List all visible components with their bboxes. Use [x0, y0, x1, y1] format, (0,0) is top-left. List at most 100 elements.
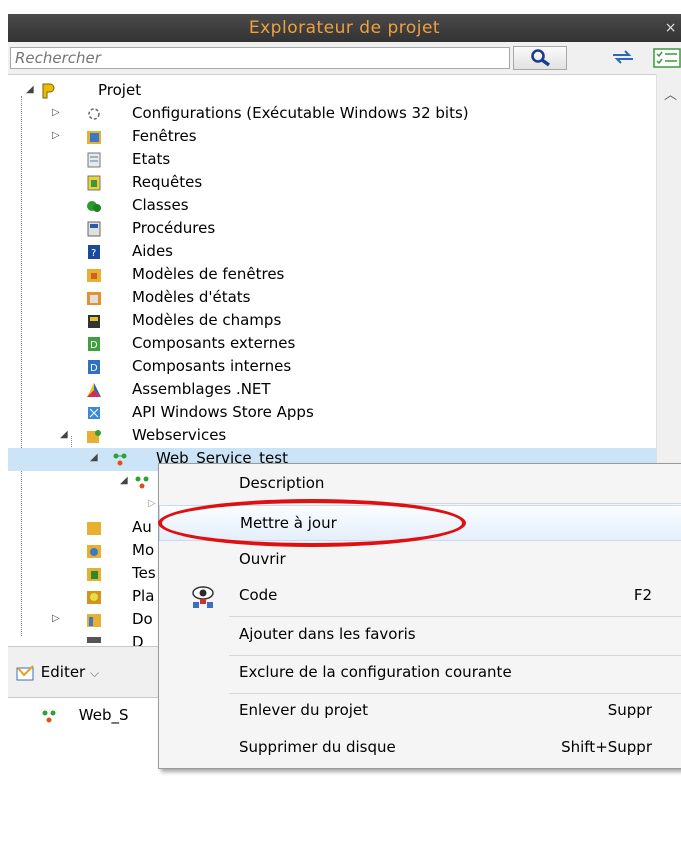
folder-icon	[87, 614, 101, 627]
procedure-icon	[87, 221, 101, 237]
tree-item-window-templates[interactable]: Modèles de fenêtres	[8, 264, 656, 287]
assembly-icon	[87, 383, 101, 397]
context-menu: Description Mettre à jour Ouvrir Code F2…	[158, 463, 681, 769]
folder-icon	[87, 131, 101, 144]
template-icon	[88, 315, 100, 328]
tree-label: Pla	[132, 587, 155, 605]
menu-item-code[interactable]: Code F2	[159, 578, 681, 614]
menu-item-remove-from-project[interactable]: Enlever du projet Suppr	[159, 693, 681, 729]
code-icon	[192, 586, 214, 608]
menu-item-description[interactable]: Description	[159, 466, 681, 502]
menu-item-update[interactable]: Mettre à jour	[159, 505, 681, 541]
tree-label: D	[132, 633, 144, 646]
tree-label: Configurations (Exécutable Windows 32 bi…	[132, 104, 469, 122]
menu-item-add-favorites[interactable]: Ajouter dans les favoris	[159, 617, 681, 653]
search-input[interactable]	[10, 47, 510, 69]
tree-item-webservices[interactable]: ◢ Webservices	[8, 425, 656, 448]
menu-item-shortcut: F2	[633, 586, 652, 604]
tree-label: Do	[132, 610, 153, 628]
tree-item-root[interactable]: ◢ Projet	[8, 80, 656, 103]
tree-item-classes[interactable]: Classes	[8, 195, 656, 218]
project-icon	[42, 83, 55, 99]
expand-icon[interactable]: ▷	[52, 130, 60, 141]
tree-label: Modèles de fenêtres	[132, 265, 285, 283]
tree-label: Modèles de champs	[132, 311, 282, 329]
scroll-up-icon[interactable]: ︿	[664, 84, 677, 103]
test-icon	[87, 568, 101, 581]
sync-icon[interactable]	[611, 50, 635, 64]
component-icon: D	[88, 337, 100, 351]
menu-separator	[229, 503, 681, 504]
folder-icon	[87, 522, 101, 535]
webservice-icon	[113, 453, 127, 466]
tree-item-net-assemblies[interactable]: Assemblages .NET	[8, 379, 656, 402]
tree-item-field-templates[interactable]: Modèles de champs	[8, 310, 656, 333]
collapse-icon[interactable]: ◢	[120, 475, 128, 486]
tree-item-internal-components[interactable]: D Composants internes	[8, 356, 656, 379]
menu-item-exclude-configuration[interactable]: Exclure de la configuration courante	[159, 655, 681, 691]
tree-label: Fenêtres	[132, 127, 197, 145]
tree-label: Procédures	[132, 219, 216, 237]
menu-item-label: Description	[239, 474, 325, 492]
bottom-list-item[interactable]: Web_S	[40, 706, 129, 724]
tree-label: Composants internes	[132, 357, 292, 375]
collapse-icon[interactable]: ◢	[90, 452, 98, 463]
tree-label: Aides	[132, 242, 173, 260]
tree-label: Au	[132, 518, 152, 536]
tree-label: Etats	[132, 150, 171, 168]
search-button[interactable]	[513, 46, 567, 70]
tree-item-windows-store-api[interactable]: API Windows Store Apps	[8, 402, 656, 425]
query-icon	[87, 175, 101, 191]
panel-title-bar: Explorateur de projet ×	[8, 14, 681, 42]
expand-icon[interactable]: ▷	[52, 613, 60, 624]
menu-item-label: Supprimer du disque	[239, 738, 396, 756]
tree-item-procedures[interactable]: Procédures	[8, 218, 656, 241]
bottom-item-label: Web_S	[78, 706, 129, 724]
tree-item-queries[interactable]: Requêtes	[8, 172, 656, 195]
tree-label: Modèles d'états	[132, 288, 251, 306]
tree-label: API Windows Store Apps	[132, 403, 314, 421]
tree-item-windows[interactable]: ▷ Fenêtres	[8, 126, 656, 149]
menu-item-shortcut: Suppr	[607, 701, 652, 719]
tree-item-external-components[interactable]: D Composants externes	[8, 333, 656, 356]
svg-text:?: ?	[91, 248, 96, 259]
document-icon	[87, 637, 101, 643]
plan-icon	[87, 591, 101, 604]
close-icon[interactable]: ×	[665, 14, 677, 42]
search-bar	[8, 42, 681, 75]
expand-icon[interactable]: ▷	[148, 498, 156, 509]
webservices-icon	[87, 430, 101, 443]
edit-button[interactable]: Editer ⌵	[16, 663, 99, 681]
menu-item-label: Ouvrir	[239, 550, 286, 568]
chevron-down-icon[interactable]: ⌵	[90, 666, 99, 680]
search-icon	[531, 49, 551, 67]
tree-label: Webservices	[132, 426, 227, 444]
tree-label: Tes	[132, 564, 156, 582]
menu-item-open[interactable]: Ouvrir	[159, 542, 681, 578]
checklist-icon[interactable]	[653, 48, 681, 68]
tree-item-help[interactable]: ? Aides	[8, 241, 656, 264]
tree-item-report-templates[interactable]: Modèles d'états	[8, 287, 656, 310]
menu-item-delete-from-disk[interactable]: Supprimer du disque Shift+Suppr	[159, 730, 681, 766]
edit-icon	[16, 664, 34, 680]
menu-item-label: Exclure de la configuration courante	[239, 663, 512, 681]
collapse-icon[interactable]: ◢	[26, 84, 34, 95]
tree-label: Assemblages .NET	[132, 380, 271, 398]
template-icon	[87, 292, 101, 305]
configuration-icon	[88, 108, 100, 120]
help-icon: ?	[88, 245, 100, 259]
report-icon	[87, 152, 101, 168]
tree-item-reports[interactable]: Etats	[8, 149, 656, 172]
menu-item-label: Ajouter dans les favoris	[239, 625, 416, 643]
component-icon: D	[88, 360, 100, 374]
webservice-icon	[42, 710, 56, 722]
template-icon	[87, 269, 101, 282]
tree-item-configurations[interactable]: ▷ Configurations (Exécutable Windows 32 …	[8, 103, 656, 126]
tree-label: Projet	[98, 81, 142, 99]
collapse-icon[interactable]: ◢	[60, 429, 68, 440]
menu-item-shortcut: Shift+Suppr	[561, 738, 652, 756]
menu-item-label: Code	[239, 586, 278, 604]
menu-item-label: Mettre à jour	[240, 514, 337, 532]
menu-item-label: Enlever du projet	[239, 701, 369, 719]
expand-icon[interactable]: ▷	[52, 107, 60, 118]
